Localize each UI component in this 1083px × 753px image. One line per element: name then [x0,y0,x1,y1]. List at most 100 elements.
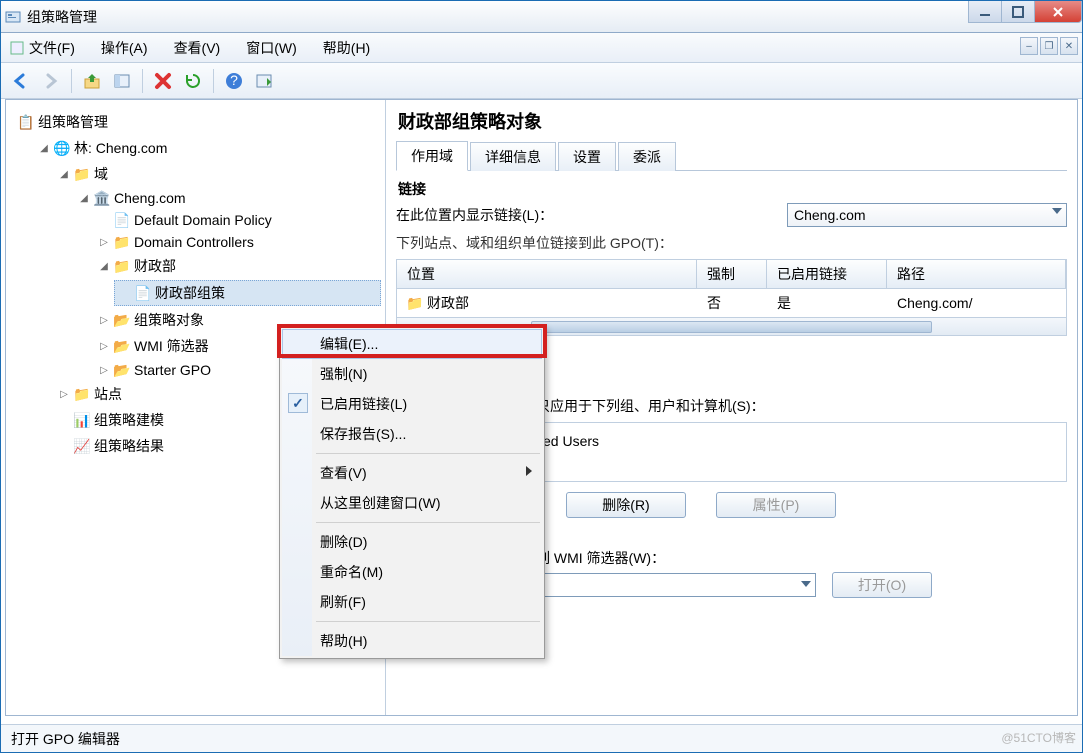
help-button[interactable]: ? [220,67,248,95]
modeling-icon: 📊 [74,412,90,428]
row-enabled: 是 [777,293,897,313]
tree-modeling[interactable]: 组策略建模 [94,410,164,430]
close-button[interactable] [1034,1,1082,23]
chevron-down-icon [1052,208,1062,214]
row-location: 财政部 [427,293,469,313]
refresh-button[interactable] [179,67,207,95]
twist-closed-icon[interactable]: ▷ [98,340,110,352]
ctx-view-label: 查看(V) [320,465,367,481]
tree-ddp[interactable]: Default Domain Policy [134,212,272,228]
status-text: 打开 GPO 编辑器 [11,729,120,749]
tree-domains[interactable]: 域 [94,164,108,184]
nav-forward-button[interactable] [37,67,65,95]
properties-button[interactable] [250,67,278,95]
tab-strip: 作用域 详细信息 设置 委派 [396,140,1067,171]
remove-button[interactable]: 删除(R) [566,492,686,518]
results-icon: 📈 [74,438,90,454]
tree-gpos[interactable]: 组策略对象 [134,310,204,330]
chevron-right-icon [526,466,532,476]
open-button[interactable]: 打开(O) [832,572,932,598]
wmi-icon: 📂 [114,338,130,354]
ctx-refresh[interactable]: 刷新(F) [282,587,542,617]
mdi-minimize[interactable]: – [1020,37,1038,55]
twist-open-icon[interactable]: ◢ [38,142,50,154]
gpo-link-icon: 📄 [135,285,151,301]
properties-button[interactable]: 属性(P) [716,492,836,518]
tree-starter[interactable]: Starter GPO [134,362,211,378]
ctx-rename[interactable]: 重命名(M) [282,557,542,587]
tree-selected-gpo-link[interactable]: 📄财政部组策 [114,280,381,306]
nav-back-button[interactable] [7,67,35,95]
twist-closed-icon[interactable]: ▷ [58,388,70,400]
ctx-enabled-label: 已启用链接(L) [320,396,407,412]
show-hide-tree-button[interactable] [108,67,136,95]
tab-scope[interactable]: 作用域 [396,141,468,171]
tab-details[interactable]: 详细信息 [470,142,556,171]
col-location[interactable]: 位置 [397,260,697,288]
tab-settings[interactable]: 设置 [558,142,616,171]
window-controls [969,1,1082,23]
app-icon [5,9,21,25]
gpo-link-icon: 📄 [114,212,130,228]
ctx-edit[interactable]: 编辑(E)... [282,329,542,359]
ctx-delete[interactable]: 删除(D) [282,527,542,557]
twist-open-icon[interactable]: ◢ [98,260,110,272]
context-menu: 编辑(E)... 强制(N) ✓ 已启用链接(L) 保存报告(S)... 查看(… [279,326,545,659]
wmi-filter-label: 列 WMI 筛选器(W)： [536,548,1067,568]
show-links-label: 在此位置内显示链接(L)： [396,205,553,225]
domain-icon: 🏛️ [94,190,110,206]
twist-closed-icon[interactable]: ▷ [98,314,110,326]
links-table[interactable]: 位置 强制 已启用链接 路径 📁财政部 否 是 Cheng.com/ [396,259,1067,336]
location-combo-value: Cheng.com [794,207,866,223]
menu-window[interactable]: 窗口(W) [242,36,301,60]
doc-icon [9,40,25,56]
maximize-button[interactable] [1001,1,1035,23]
details-title: 财政部组策略对象 [398,108,1067,134]
links-heading: 链接 [398,179,1067,199]
minimize-button[interactable] [968,1,1002,23]
menu-help[interactable]: 帮助(H) [319,36,374,60]
sites-icon: 📁 [74,386,90,402]
tab-delegation[interactable]: 委派 [618,142,676,171]
menubar: 文件(F) 操作(A) 查看(V) 窗口(W) 帮助(H) – ❐ ✕ [1,33,1082,63]
tree-sites[interactable]: 站点 [94,384,122,404]
menu-file[interactable]: 文件(F) [25,36,79,60]
mdi-close[interactable]: ✕ [1060,37,1078,55]
menu-action[interactable]: 操作(A) [97,36,152,60]
tree-wmi[interactable]: WMI 筛选器 [134,336,209,356]
twist-open-icon[interactable]: ◢ [78,192,90,204]
ou-icon: 📁 [407,295,423,311]
ou-icon: 📁 [114,258,130,274]
row-enforced: 否 [707,293,777,313]
col-enforced[interactable]: 强制 [697,260,767,288]
tree-results[interactable]: 组策略结果 [94,436,164,456]
location-combobox[interactable]: Cheng.com [787,203,1067,227]
ctx-view[interactable]: 查看(V) [282,458,542,488]
mmc-icon: 📋 [18,114,34,130]
tree-root[interactable]: 组策略管理 [38,112,108,132]
starter-icon: 📂 [114,362,130,378]
svg-text:?: ? [230,72,238,88]
up-level-button[interactable] [78,67,106,95]
ctx-help[interactable]: 帮助(H) [282,626,542,656]
tree-forest[interactable]: 林: Cheng.com [74,138,167,158]
ctx-newwin[interactable]: 从这里创建窗口(W) [282,488,542,518]
tree-ou[interactable]: 财政部 [134,256,176,276]
col-enabled[interactable]: 已启用链接 [767,260,887,288]
mdi-restore[interactable]: ❐ [1040,37,1058,55]
twist-closed-icon[interactable]: ▷ [98,364,110,376]
table-row[interactable]: 📁财政部 否 是 Cheng.com/ [397,289,1066,317]
ctx-save[interactable]: 保存报告(S)... [282,419,542,449]
menu-view[interactable]: 查看(V) [170,36,225,60]
tree-domain[interactable]: Cheng.com [114,190,186,206]
ctx-enforce[interactable]: 强制(N) [282,359,542,389]
ou-icon: 📁 [114,234,130,250]
ctx-enabled[interactable]: ✓ 已启用链接(L) [282,389,542,419]
twist-closed-icon[interactable]: ▷ [98,236,110,248]
chevron-down-icon [801,581,811,587]
delete-button[interactable] [149,67,177,95]
twist-open-icon[interactable]: ◢ [58,168,70,180]
window-title: 组策略管理 [27,7,97,27]
tree-dc[interactable]: Domain Controllers [134,234,254,250]
col-path[interactable]: 路径 [887,260,1066,288]
